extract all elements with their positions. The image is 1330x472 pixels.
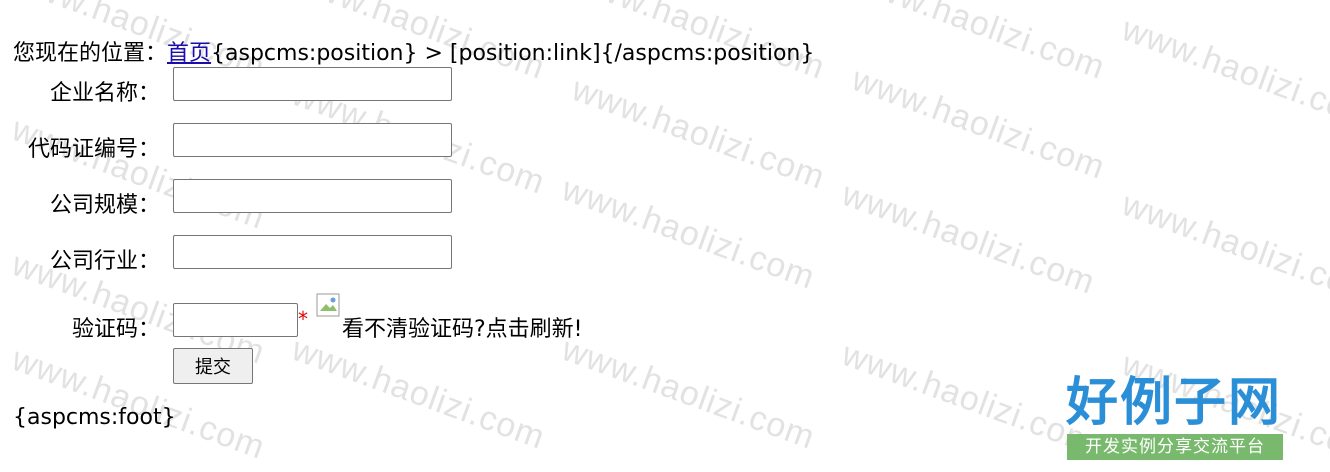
- breadcrumb: 您现在的位置：首页{aspcms:position} > [position:l…: [13, 35, 814, 67]
- breadcrumb-prefix: 您现在的位置：: [13, 41, 168, 66]
- breadcrumb-rest: {aspcms:position} > [position:link]{/asp…: [211, 41, 815, 66]
- captcha-refresh-text[interactable]: 看不清验证码?点击刷新!: [342, 311, 583, 343]
- logo-title: 好例子网: [1065, 372, 1282, 433]
- broken-image-icon[interactable]: [316, 293, 342, 319]
- footer-placeholder: {aspcms:foot}: [13, 405, 176, 430]
- form-row-captcha: 验证码： * 看不清验证码?点击刷新!: [0, 293, 700, 342]
- company-name-input[interactable]: [173, 67, 452, 101]
- field-label: 公司行业：: [49, 249, 160, 274]
- field-label: 企业名称：: [49, 81, 160, 106]
- code-number-input[interactable]: [173, 123, 452, 157]
- submit-button[interactable]: 提交: [173, 348, 253, 384]
- logo-subtitle: 开发实例分享交流平台: [1067, 434, 1283, 460]
- company-size-input[interactable]: [173, 179, 452, 213]
- field-label: 公司规模：: [49, 193, 160, 218]
- field-label: 代码证编号：: [27, 137, 160, 162]
- required-mark: *: [298, 307, 308, 331]
- site-logo: 好例子网 开发实例分享交流平台: [1065, 372, 1285, 462]
- breadcrumb-home-link[interactable]: 首页: [167, 41, 211, 66]
- captcha-input[interactable]: [173, 303, 298, 337]
- company-industry-input[interactable]: [173, 235, 452, 269]
- page-content: 您现在的位置：首页{aspcms:position} > [position:l…: [0, 0, 1330, 472]
- captcha-label: 验证码：: [71, 317, 160, 342]
